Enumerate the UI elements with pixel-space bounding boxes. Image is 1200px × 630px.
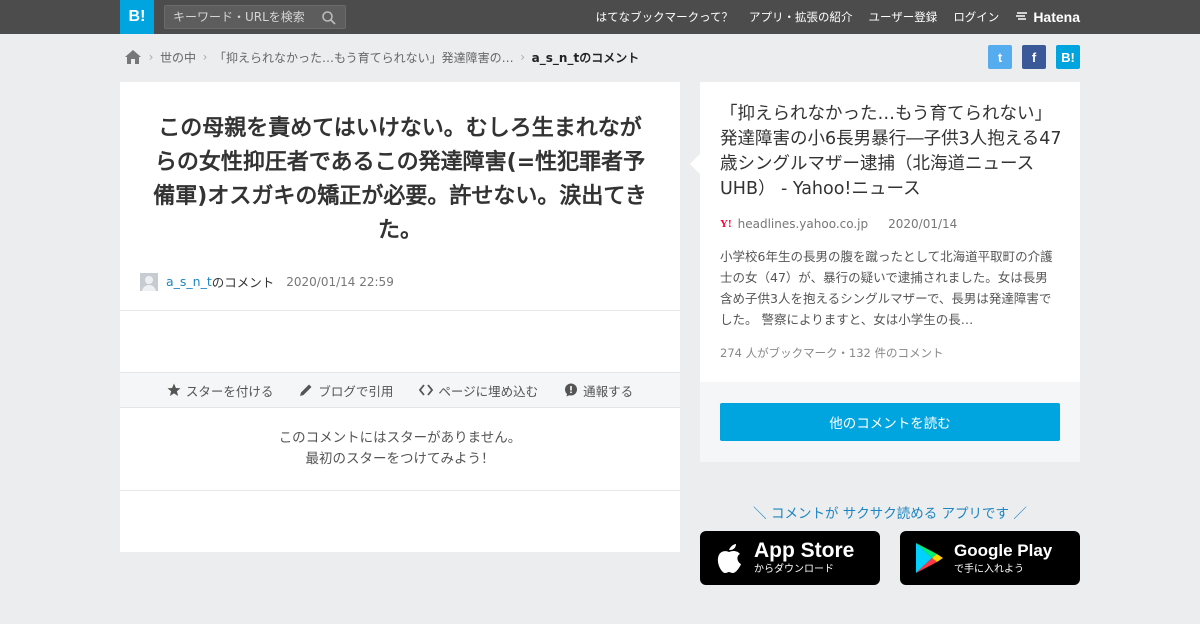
author-name-link[interactable]: a_s_n_t [166,274,212,289]
search-input[interactable] [165,10,315,24]
comment-actions: スターを付ける ブログで引用 ページに埋め込む 通報する [120,372,680,408]
breadcrumb-category[interactable]: 世の中 [160,49,196,66]
code-icon [419,384,434,396]
app-store-sublabel: からダウンロード [754,564,834,575]
no-star-line1: このコメントにはスターがありません。 [278,430,522,446]
author-suffix: のコメント [211,275,275,290]
breadcrumb: › 世の中 › 「抑えられなかった…もう育てられない」発達障害の… › a_s_… [124,46,639,68]
comment-card: この母親を責めてはいけない。むしろ生まれながらの女性抑圧者であるこの発達障害(=… [120,82,680,552]
report-button[interactable]: 通報する [564,381,633,400]
article-title[interactable]: 「抑えられなかった…もう育てられない」発達障害の小6長男暴行―子供3人抱える47… [720,102,1065,202]
article-bookmark-count[interactable]: 274 人がブックマーク・132 件のコメント [720,345,943,361]
article-summary: 小学校6年生の長男の腹を蹴ったとして北海道平取町の介護士の女（47）が、暴行の疑… [720,249,1053,327]
breadcrumb-article[interactable]: 「抑えられなかった…もう育てられない」発達障害の… [214,49,514,66]
google-play-sublabel: で手に入れよう [954,564,1024,575]
comment-author-row: a_s_n_t のコメント 2020/01/14 22:59 [140,272,394,291]
hatena-bookmark-logo[interactable]: B! [120,0,154,34]
comment-timestamp[interactable]: 2020/01/14 22:59 [286,275,394,289]
app-store-label: App Store [754,539,855,562]
chevron-right-icon: › [148,50,154,64]
search-box[interactable] [164,5,346,29]
no-star-message: このコメントにはスターがありません。 最初のスターをつけてみよう！ [120,428,680,470]
app-store-text: App Store からダウンロード [754,540,854,576]
hatena-logo-icon [1016,12,1028,20]
share-buttons: t f B! [988,45,1080,69]
star-icon [167,383,181,396]
quote-in-blog-label: ブログで引用 [318,383,394,399]
add-star-button[interactable]: スターを付ける [167,381,274,400]
article-card: 「抑えられなかった…もう育てられない」発達障害の小6長男暴行―子供3人抱える47… [690,82,1080,382]
report-label: 通報する [583,383,634,399]
article-source[interactable]: headlines.yahoo.co.jp [738,217,869,231]
app-promo-text: ＼ コメントが サクサク読める アプリです ／ [753,506,1027,522]
add-star-label: スターを付ける [185,383,274,399]
pencil-icon [300,384,312,396]
app-store-button[interactable]: App Store からダウンロード [700,531,880,585]
nav-apps[interactable]: アプリ・拡張の紹介 [749,9,853,25]
no-star-line2: 最初のスターをつけてみよう！ [305,451,495,467]
nav-login[interactable]: ログイン [953,9,999,25]
nav-register[interactable]: ユーザー登録 [869,9,938,25]
google-play-text: Google Play で手に入れよう [954,540,1052,576]
home-icon[interactable] [124,49,142,65]
read-other-comments-button[interactable]: 他のコメントを読む [720,403,1060,441]
search-icon[interactable] [321,10,337,26]
twitter-share-button[interactable]: t [988,45,1012,69]
footer-edge [0,624,1200,630]
hatena-brand[interactable]: Hatena [1015,9,1080,25]
divider [120,490,680,491]
embed-label: ページに埋め込む [438,383,539,399]
google-play-label: Google Play [954,541,1053,560]
nav-about[interactable]: はてなブックマークって？ [596,9,733,25]
read-comments-box: 他のコメントを読む [700,382,1080,462]
comment-text: この母親を責めてはいけない。むしろ生まれながらの女性抑圧者であるこの発達障害(=… [153,116,647,243]
yahoo-icon: Y! [720,218,732,230]
article-date: 2020/01/14 [888,217,958,231]
google-play-button[interactable]: Google Play で手に入れよう [900,531,1080,585]
hatena-brand-label: Hatena [1033,9,1080,25]
chevron-right-icon: › [520,50,526,64]
alert-icon [565,383,578,397]
apple-icon [717,544,741,573]
chevron-right-icon: › [202,50,208,64]
divider [120,310,680,311]
avatar[interactable] [140,272,158,291]
article-source-row: Y! headlines.yahoo.co.jp 2020/01/14 [720,217,957,231]
embed-button[interactable]: ページに埋め込む [419,381,538,400]
quote-in-blog-button[interactable]: ブログで引用 [299,381,393,400]
top-header: B! はてなブックマークって？ アプリ・拡張の紹介 ユーザー登録 ログイン Ha… [0,0,1200,34]
top-nav: はてなブックマークって？ アプリ・拡張の紹介 ユーザー登録 ログイン Haten… [596,0,1080,34]
google-play-icon [916,543,943,573]
hatena-share-button[interactable]: B! [1056,45,1080,69]
facebook-share-button[interactable]: f [1022,45,1046,69]
breadcrumb-current: a_s_n_tのコメント [531,50,640,65]
